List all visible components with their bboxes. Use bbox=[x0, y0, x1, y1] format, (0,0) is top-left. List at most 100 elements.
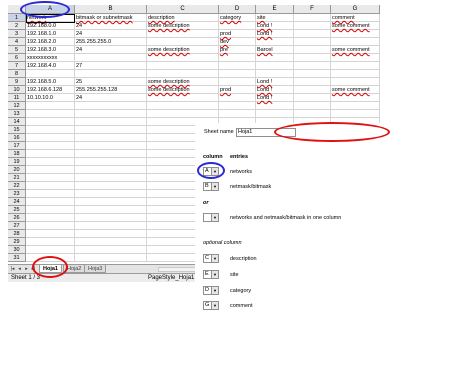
grid-cell[interactable] bbox=[26, 206, 75, 214]
row-header[interactable]: 30 bbox=[8, 246, 26, 254]
grid-cell[interactable] bbox=[26, 254, 75, 262]
grid-cell[interactable] bbox=[294, 102, 331, 110]
grid-cell[interactable] bbox=[26, 246, 75, 254]
grid-cell[interactable]: 192.168.2.0 bbox=[26, 38, 75, 46]
chevron-down-icon[interactable]: ▼ bbox=[211, 214, 218, 221]
grid-cell[interactable] bbox=[26, 70, 75, 78]
row-header[interactable]: 6 bbox=[8, 54, 26, 62]
row-header[interactable]: 21 bbox=[8, 174, 26, 182]
grid-cell[interactable] bbox=[26, 126, 75, 134]
comment-column-select[interactable]: G ▼ bbox=[203, 301, 219, 310]
grid-cell[interactable] bbox=[147, 38, 219, 46]
row-header[interactable]: 24 bbox=[8, 198, 26, 206]
grid-cell[interactable] bbox=[26, 198, 75, 206]
grid-cell[interactable]: 24 bbox=[75, 22, 147, 30]
grid-cell[interactable] bbox=[256, 102, 294, 110]
grid-cell[interactable] bbox=[26, 190, 75, 198]
row-header[interactable]: 15 bbox=[8, 126, 26, 134]
row-header[interactable]: 23 bbox=[8, 190, 26, 198]
grid-cell[interactable]: 24 bbox=[75, 46, 147, 54]
row-header[interactable]: 11 bbox=[8, 94, 26, 102]
netmask-column-select[interactable]: B ▼ bbox=[203, 182, 219, 191]
row-header[interactable]: 22 bbox=[8, 182, 26, 190]
row-header[interactable]: 26 bbox=[8, 214, 26, 222]
grid-cell[interactable]: Barcel bbox=[256, 46, 294, 54]
grid-cell[interactable] bbox=[75, 166, 147, 174]
grid-cell[interactable] bbox=[147, 30, 219, 38]
grid-cell[interactable] bbox=[26, 182, 75, 190]
row-header[interactable]: 25 bbox=[8, 206, 26, 214]
row-header[interactable]: 2 bbox=[8, 22, 26, 30]
column-header-e[interactable]: E bbox=[256, 5, 294, 14]
grid-cell[interactable] bbox=[294, 110, 331, 118]
grid-cell[interactable] bbox=[219, 110, 256, 118]
sheet-name-input[interactable]: Hoja1 bbox=[236, 128, 296, 137]
grid-cell[interactable]: bitmask or subnetmask bbox=[75, 14, 147, 22]
grid-cell[interactable] bbox=[75, 230, 147, 238]
grid-cell[interactable]: 192.168.6.128 bbox=[26, 86, 75, 94]
grid-cell[interactable] bbox=[26, 230, 75, 238]
row-header[interactable]: 12 bbox=[8, 102, 26, 110]
column-header-c[interactable]: C bbox=[147, 5, 219, 14]
row-header[interactable]: 5 bbox=[8, 46, 26, 54]
grid-cell[interactable] bbox=[147, 102, 219, 110]
grid-cell[interactable] bbox=[294, 14, 331, 22]
grid-cell[interactable]: 255.255.255.0 bbox=[75, 38, 147, 46]
grid-cell[interactable]: Lond ! bbox=[256, 22, 294, 30]
grid-cell[interactable] bbox=[147, 62, 219, 70]
row-header[interactable]: 1 bbox=[8, 14, 26, 22]
grid-cell[interactable]: 192.168.0.0 bbox=[26, 22, 75, 30]
grid-cell[interactable]: pre bbox=[219, 46, 256, 54]
grid-cell[interactable] bbox=[75, 110, 147, 118]
grid-cell[interactable]: 10.10.10.0 bbox=[26, 94, 75, 102]
last-sheet-icon[interactable]: ▸| bbox=[30, 265, 37, 273]
row-header[interactable]: 27 bbox=[8, 222, 26, 230]
grid-cell[interactable]: dev bbox=[219, 38, 256, 46]
tab-hoja1[interactable]: Hoja1 bbox=[39, 265, 62, 273]
grid-cell[interactable]: some description bbox=[147, 22, 219, 30]
next-sheet-icon[interactable]: ▸ bbox=[23, 265, 30, 273]
grid-cell[interactable] bbox=[75, 134, 147, 142]
grid-cell[interactable] bbox=[26, 166, 75, 174]
grid-cell[interactable] bbox=[331, 62, 380, 70]
grid-cell[interactable] bbox=[294, 30, 331, 38]
grid-cell[interactable] bbox=[219, 70, 256, 78]
grid-cell[interactable]: 27 bbox=[75, 62, 147, 70]
grid-cell[interactable] bbox=[26, 102, 75, 110]
grid-cell[interactable]: 192.168.1.0 bbox=[26, 30, 75, 38]
grid-cell[interactable]: 192.168.5.0 bbox=[26, 78, 75, 86]
grid-cell[interactable] bbox=[147, 70, 219, 78]
column-header-f[interactable]: F bbox=[294, 5, 331, 14]
chevron-down-icon[interactable]: ▼ bbox=[211, 168, 218, 175]
grid-cell[interactable]: 192.168.3.0 bbox=[26, 46, 75, 54]
grid-cell[interactable]: 25 bbox=[75, 78, 147, 86]
grid-cell[interactable] bbox=[75, 190, 147, 198]
grid-cell[interactable] bbox=[256, 62, 294, 70]
row-header[interactable]: 20 bbox=[8, 166, 26, 174]
grid-cell[interactable] bbox=[26, 110, 75, 118]
grid-cell[interactable] bbox=[75, 158, 147, 166]
row-header[interactable]: 16 bbox=[8, 134, 26, 142]
grid-cell[interactable]: Lond ! bbox=[256, 94, 294, 102]
grid-cell[interactable]: site bbox=[256, 14, 294, 22]
grid-cell[interactable]: Lond ! bbox=[256, 86, 294, 94]
grid-cell[interactable] bbox=[75, 182, 147, 190]
grid-cell[interactable] bbox=[26, 214, 75, 222]
grid-cell[interactable]: category bbox=[219, 14, 256, 22]
grid-cell[interactable] bbox=[75, 238, 147, 246]
networks-column-select[interactable]: A ▼ bbox=[203, 167, 219, 176]
combined-column-select[interactable]: ▼ bbox=[203, 213, 219, 222]
grid-cell[interactable]: 24 bbox=[75, 94, 147, 102]
tab-hoja2[interactable]: Hoja2 bbox=[63, 265, 86, 273]
grid-cell[interactable] bbox=[75, 214, 147, 222]
chevron-down-icon[interactable]: ▼ bbox=[211, 183, 218, 190]
grid-cell[interactable]: 255.255.255.128 bbox=[75, 86, 147, 94]
grid-cell[interactable] bbox=[26, 174, 75, 182]
row-header[interactable]: 19 bbox=[8, 158, 26, 166]
description-column-select[interactable]: C ▼ bbox=[203, 254, 219, 263]
grid-cell[interactable] bbox=[219, 102, 256, 110]
grid-cell[interactable] bbox=[331, 102, 380, 110]
row-header[interactable]: 28 bbox=[8, 230, 26, 238]
grid-cell[interactable] bbox=[294, 78, 331, 86]
grid-cell[interactable]: xxxxxxxxxxx bbox=[26, 54, 75, 62]
